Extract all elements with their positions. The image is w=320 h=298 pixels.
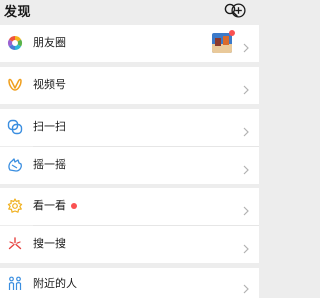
page-title: 发现: [4, 5, 32, 20]
menu-item-scan[interactable]: 扫一扫: [0, 109, 259, 146]
menu-item-label: 朋友圈: [33, 36, 66, 49]
menu-item-shake[interactable]: 摇一摇: [0, 147, 259, 184]
top-stories-red-dot-badge: [71, 203, 77, 209]
menu-item-search[interactable]: 搜一搜: [0, 226, 259, 263]
people-nearby-icon: [6, 275, 24, 293]
menu-item-label: 附近的人: [33, 277, 77, 290]
moments-icon: [6, 34, 24, 52]
chevron-right-icon: [243, 239, 249, 254]
scan-icon: [6, 118, 24, 136]
menu-item-top-stories[interactable]: 看一看: [0, 188, 259, 225]
chevron-right-icon: [243, 160, 249, 175]
menu-item-label: 摇一摇: [33, 158, 66, 171]
moments-red-dot-badge: [229, 30, 235, 36]
channels-icon: [6, 76, 24, 94]
menu-item-label: 搜一搜: [33, 237, 66, 250]
chevron-right-icon: [243, 80, 249, 95]
menu-item-label: 视频号: [33, 78, 66, 91]
moments-thumbnail: [212, 33, 232, 53]
plus-circle-icon[interactable]: [229, 1, 247, 19]
top-bar: 发现: [0, 0, 259, 22]
search-sparkle-icon: [6, 235, 24, 253]
chevron-right-icon: [243, 38, 249, 53]
menu-item-label: 扫一扫: [33, 120, 66, 133]
menu-item-people-nearby[interactable]: 附近的人: [0, 268, 259, 298]
chevron-right-icon: [243, 279, 249, 294]
menu-item-channels[interactable]: 视频号: [0, 67, 259, 104]
chevron-right-icon: [243, 122, 249, 137]
chevron-right-icon: [243, 201, 249, 216]
shake-icon: [6, 156, 24, 174]
top-stories-icon: [6, 197, 24, 215]
menu-item-label: 看一看: [33, 199, 66, 212]
